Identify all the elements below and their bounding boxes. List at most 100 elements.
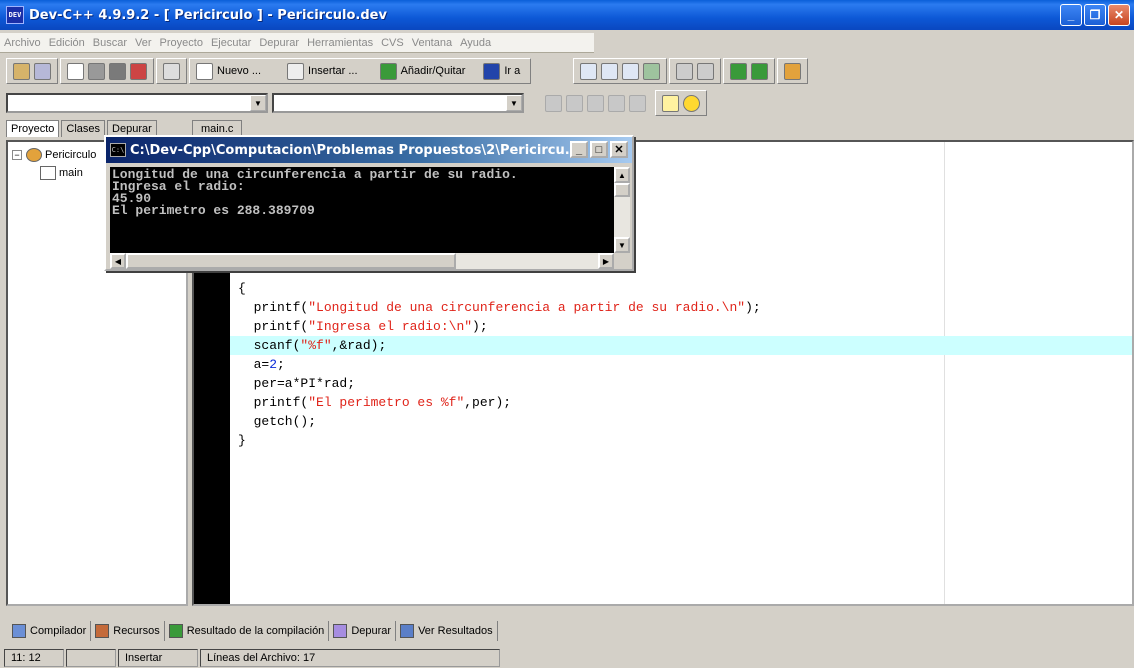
menu-edicion[interactable]: Edición	[49, 37, 85, 49]
print-icon[interactable]	[163, 62, 180, 80]
tab-compilador-label: Compilador	[30, 625, 87, 637]
cmd-icon[interactable]: C:\	[110, 143, 126, 157]
new-file-icon[interactable]	[67, 62, 84, 80]
code-line[interactable]: }	[238, 431, 761, 450]
compile-icon[interactable]	[580, 62, 598, 80]
code-line[interactable]: {	[238, 279, 761, 298]
anadir-quitar-button[interactable]: Añadir/Quitar	[401, 65, 466, 77]
code-token: );	[472, 319, 488, 334]
undo-icon[interactable]	[676, 62, 694, 80]
project-icon	[26, 148, 42, 162]
check-icon[interactable]	[629, 94, 646, 112]
collapse-icon[interactable]: −	[12, 150, 22, 160]
console-title-bar[interactable]: C:\ C:\Dev-Cpp\Computacion\Problemas Pro…	[106, 137, 632, 163]
smiley-icon[interactable]	[683, 94, 700, 112]
close-button[interactable]: ✕	[1108, 4, 1130, 26]
menu-ayuda[interactable]: Ayuda	[460, 37, 491, 49]
chevron-down-icon[interactable]: ▼	[506, 95, 522, 111]
code-line[interactable]: per=a*PI*rad;	[238, 374, 761, 393]
scroll-down-icon[interactable]: ▼	[614, 237, 630, 253]
console-output: Longitud de una circunferencia a partir …	[110, 167, 614, 253]
code-line[interactable]: a=2;	[238, 355, 761, 374]
scroll-up-icon[interactable]: ▲	[614, 167, 630, 183]
window-title: Dev-C++ 4.9.9.2 - [ Pericirculo ] - Peri…	[29, 7, 387, 23]
redo-icon[interactable]	[697, 62, 715, 80]
tree-project-label: Pericirculo	[45, 149, 97, 161]
menu-ejecutar[interactable]: Ejecutar	[211, 37, 251, 49]
save-all-icon[interactable]	[109, 62, 126, 80]
layout-icon[interactable]	[587, 94, 604, 112]
scroll-right-icon[interactable]: ▶	[598, 253, 614, 269]
console-maximize-button[interactable]: □	[590, 141, 608, 158]
unindent-icon[interactable]	[751, 62, 769, 80]
class-combo[interactable]: ▼	[6, 93, 268, 113]
rebuild-icon[interactable]	[643, 62, 661, 80]
restore-button[interactable]: ❐	[1084, 4, 1106, 26]
code-line[interactable]: printf("Longitud de una circunferencia a…	[238, 298, 761, 317]
tab-compilador[interactable]: Compilador	[8, 621, 92, 641]
menu-cvs[interactable]: CVS	[381, 37, 404, 49]
console-minimize-button[interactable]: _	[570, 141, 588, 158]
chevron-down-icon[interactable]: ▼	[250, 95, 266, 111]
member-combo[interactable]: ▼	[272, 93, 524, 113]
code-area[interactable]: { printf("Longitud de una circunferencia…	[230, 279, 1132, 450]
console-vertical-scrollbar[interactable]: ▲ ▼	[614, 167, 630, 253]
menu-archivo[interactable]: Archivo	[4, 37, 41, 49]
help-icon[interactable]	[662, 94, 679, 112]
run-icon[interactable]	[601, 62, 619, 80]
goto-icon[interactable]	[483, 62, 501, 80]
menu-ver[interactable]: Ver	[135, 37, 152, 49]
scroll-thumb[interactable]	[126, 253, 456, 269]
nuevo-button[interactable]: Nuevo ...	[217, 65, 261, 77]
code-token: );	[745, 300, 761, 315]
menu-proyecto[interactable]: Proyecto	[160, 37, 203, 49]
insertar-button[interactable]: Insertar ...	[308, 65, 358, 77]
console-window[interactable]: C:\ C:\Dev-Cpp\Computacion\Problemas Pro…	[104, 135, 634, 271]
code-token: printf(	[238, 395, 309, 410]
ir-a-button[interactable]: Ir a	[504, 65, 520, 77]
code-line[interactable]: printf("Ingresa el radio:\n");	[238, 317, 761, 336]
open-file-icon[interactable]	[34, 62, 51, 80]
new-doc-icon[interactable]	[196, 62, 213, 80]
layout-icon[interactable]	[608, 94, 625, 112]
menu-herramientas[interactable]: Herramientas	[307, 37, 373, 49]
tab-clases[interactable]: Clases	[61, 120, 106, 137]
open-project-icon[interactable]	[13, 62, 30, 80]
tab-proyecto[interactable]: Proyecto	[6, 120, 60, 137]
tab-depurar-label: Depurar	[351, 625, 392, 637]
secondary-toolbar: ▼ ▼	[0, 89, 1134, 117]
console-close-button[interactable]: ✕	[610, 141, 628, 158]
code-token: ,&rad);	[331, 338, 387, 353]
about-icon[interactable]	[784, 62, 802, 80]
menu-buscar[interactable]: Buscar	[93, 37, 127, 49]
tab-resultado[interactable]: Resultado de la compilación	[165, 621, 330, 641]
layout-icon[interactable]	[566, 94, 583, 112]
console-horizontal-scrollbar[interactable]: ◀ ▶	[110, 253, 614, 269]
tab-depurar-bottom[interactable]: Depurar	[329, 621, 397, 641]
add-remove-icon[interactable]	[379, 62, 397, 80]
bar-chart-icon	[168, 624, 183, 638]
minimize-button[interactable]: _	[1060, 4, 1082, 26]
compile-run-icon[interactable]	[622, 62, 640, 80]
code-token: 2	[269, 357, 278, 372]
devcpp-app-icon[interactable]: DEV	[6, 6, 24, 24]
code-token: ;	[277, 357, 285, 372]
scroll-thumb[interactable]	[614, 183, 630, 197]
indent-icon[interactable]	[730, 62, 748, 80]
close-file-icon[interactable]	[130, 62, 147, 80]
console-line: Ingresa el radio:	[112, 179, 245, 194]
layout-icon[interactable]	[545, 94, 562, 112]
code-token: getch();	[238, 414, 317, 429]
save-icon[interactable]	[88, 62, 105, 80]
tab-ver-resultados[interactable]: Ver Resultados	[396, 621, 498, 641]
blank-panel	[66, 649, 116, 667]
code-line[interactable]: printf("El perimetro es %f",per);	[238, 393, 761, 412]
menu-depurar[interactable]: Depurar	[259, 37, 299, 49]
code-line[interactable]: getch();	[238, 412, 761, 431]
code-line[interactable]: scanf("%f",&rad);	[230, 336, 1132, 355]
tab-recursos[interactable]: Recursos	[91, 621, 165, 641]
menu-ventana[interactable]: Ventana	[412, 37, 452, 49]
scroll-left-icon[interactable]: ◀	[110, 253, 126, 269]
console-title: C:\Dev-Cpp\Computacion\Problemas Propues…	[130, 142, 570, 158]
insert-icon[interactable]	[287, 62, 305, 80]
